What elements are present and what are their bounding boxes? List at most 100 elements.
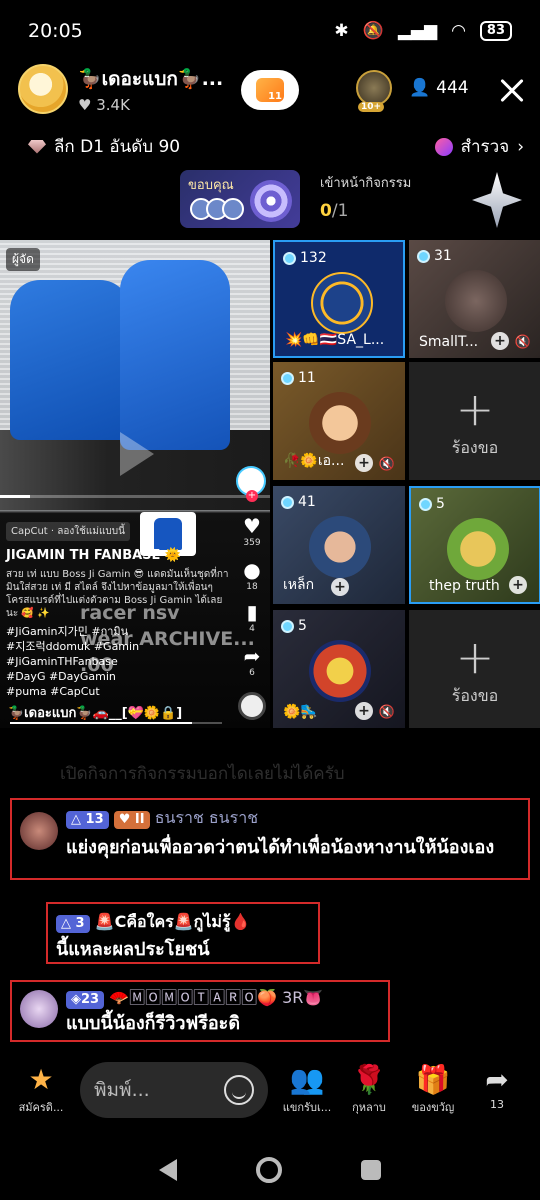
- lion-avatar: [447, 518, 509, 580]
- planet-icon: [434, 137, 453, 156]
- battery-icon: 83: [479, 21, 512, 41]
- guest-tile-5[interactable]: 5 thep truth +: [409, 486, 540, 604]
- comment-text: นี้แหละผลประโยชน์: [56, 939, 210, 960]
- subscribe-button[interactable]: ★ สมัครดิ...: [6, 1062, 76, 1116]
- level-badge: △ 3: [56, 915, 90, 933]
- add-icon[interactable]: +: [331, 578, 349, 596]
- warriors-logo-avatar: [311, 272, 373, 334]
- add-icon[interactable]: +: [355, 702, 373, 720]
- helmet-avatar: [309, 640, 371, 702]
- host-avatar[interactable]: [18, 64, 68, 114]
- share-icon: ➦: [243, 644, 261, 668]
- level-badge: ◈23: [66, 991, 105, 1009]
- tile-count: 11: [298, 370, 316, 386]
- commenter-avatar[interactable]: [20, 812, 58, 850]
- tile-count: 5: [436, 496, 445, 512]
- add-icon[interactable]: +: [491, 332, 509, 350]
- bookmark-icon: ▮: [246, 600, 258, 624]
- top-fan-avatar[interactable]: 10+: [356, 70, 392, 112]
- follow-button[interactable]: 11: [241, 70, 299, 110]
- commenter-avatar[interactable]: [20, 990, 58, 1028]
- thanks-banner[interactable]: ขอบคุณ: [180, 170, 300, 228]
- host-info[interactable]: 🦆เดอะแบก🦆... ♥ 3.4K: [18, 64, 223, 114]
- add-icon[interactable]: +: [355, 454, 373, 472]
- guest-avatar: [309, 516, 371, 578]
- comment-action[interactable]: ● 18: [238, 558, 266, 592]
- comment-input[interactable]: พิมพ์...: [80, 1062, 268, 1118]
- creator-avatar[interactable]: [236, 466, 266, 502]
- gem-icon: [283, 251, 296, 265]
- activity-progress[interactable]: เข้าหน้ากิจกรรม 0/1: [320, 172, 411, 221]
- follow-badge-count: 11: [268, 91, 282, 102]
- guest-avatar: [445, 270, 507, 332]
- commenter-name[interactable]: 🚨Cคือใคร🚨กูไม่รู้🩸: [95, 912, 251, 931]
- gift-button[interactable]: 🎁 ของขวัญ: [398, 1062, 468, 1116]
- empty-seat-2[interactable]: + ร้องขอ: [409, 610, 540, 728]
- chat-message-1[interactable]: △ 13 ♥ II ธนราช ธนราช แย่งคุยก่อนเพื่ออว…: [10, 806, 526, 861]
- activity-title: เข้าหน้ากิจกรรม: [320, 176, 412, 191]
- mic-off-icon: 🔇: [378, 457, 395, 472]
- faded-comment: เปิดกิจการกิจกรรมบอกไดเลยไม่ได้ครับ: [60, 764, 345, 784]
- system-nav-bar: [0, 1140, 540, 1200]
- guest-tile-2[interactable]: 31 SmallT... + 🔇: [409, 240, 540, 358]
- recent-apps-icon[interactable]: [360, 1160, 381, 1180]
- commenter-name[interactable]: 🪭🄼🄾🄼🄾🅃🄰🅁🄾🍑 3R👅: [109, 988, 323, 1007]
- tile-username: 🥀🌼เอ...: [283, 453, 345, 469]
- viewer-count[interactable]: 👤 444: [409, 78, 469, 98]
- home-icon[interactable]: [255, 1157, 282, 1183]
- save-action[interactable]: ▮ 4: [238, 600, 266, 634]
- signal-icon: ▂▄▆: [397, 21, 438, 41]
- close-icon[interactable]: [494, 72, 530, 108]
- gem-icon: [281, 619, 294, 633]
- guest-tile-4[interactable]: 41 เหล็ก +: [273, 486, 405, 604]
- share-count: 6: [249, 668, 255, 678]
- like-action[interactable]: ♥ 359: [238, 514, 266, 548]
- tile-count: 132: [300, 250, 327, 266]
- heart-icon: ♥: [243, 514, 261, 538]
- tile-count-badge: 5: [419, 496, 445, 512]
- music-disc-icon[interactable]: [238, 692, 266, 720]
- request-label: ร้องขอ: [451, 686, 499, 705]
- guest-tile-1[interactable]: 132 💥👊🇹🇭SA_L...: [273, 240, 405, 358]
- capcut-tag[interactable]: CapCut · ลองใช้แม่แบบนี้: [6, 522, 130, 541]
- top-fan-badge: 10+: [358, 102, 385, 112]
- rose-icon: 🌹: [351, 1063, 387, 1096]
- rose-button[interactable]: 🌹 กุหลาบ: [334, 1062, 404, 1116]
- guest-tile-3[interactable]: 11 🥀🌼เอ... + 🔇: [273, 362, 405, 480]
- comment-text: แบบนี้น้องก็รีวิวฟรีอะดิ: [66, 1013, 241, 1034]
- chat-message-2[interactable]: △ 3 🚨Cคือใคร🚨กูไม่รู้🩸 นี้แหละผลประโยชน์: [56, 910, 316, 963]
- league-rank[interactable]: ลีก D1 อันดับ 90: [28, 133, 180, 160]
- video-author: 🦆เดอะแบก🦆🚗__[💝🌼🔒]: [8, 706, 183, 721]
- explore-button[interactable]: สำรวจ ›: [434, 133, 524, 160]
- level-value: 13: [85, 812, 104, 827]
- share-button[interactable]: ➦ 13: [462, 1062, 532, 1111]
- chat-message-3[interactable]: ◈23 🪭🄼🄾🄼🄾🅃🄰🅁🄾🍑 3R👅 แบบนี้น้องก็รีวิวฟรีอ…: [10, 984, 386, 1037]
- video-title: JIGAMIN TH FANBASE 🌞: [6, 548, 182, 563]
- sparkle-icon[interactable]: [472, 172, 522, 228]
- gift-label: ของขวัญ: [411, 1101, 455, 1114]
- tile-count-badge: 41: [281, 494, 316, 510]
- target-icon: [250, 180, 292, 222]
- league-label: ลีก D1 อันดับ 90: [54, 137, 181, 157]
- level-badge: △ 13: [66, 811, 109, 829]
- star-icon: ★: [28, 1063, 54, 1096]
- heart-icon: 11: [256, 78, 284, 102]
- commenter-name[interactable]: ธนราช ธนราช: [155, 808, 258, 827]
- explore-label: สำรวจ: [460, 137, 510, 157]
- input-placeholder: พิมพ์...: [94, 1079, 150, 1101]
- guests-button[interactable]: 👥 แขกรับเ...: [272, 1062, 342, 1116]
- add-icon[interactable]: +: [509, 576, 527, 594]
- empty-seat-1[interactable]: + ร้องขอ: [409, 362, 540, 480]
- emoji-icon[interactable]: [224, 1075, 254, 1105]
- level-value: 3: [75, 916, 85, 931]
- guest-tile-6[interactable]: 5 🌼🛼 + 🔇: [273, 610, 405, 728]
- back-icon[interactable]: [159, 1159, 178, 1181]
- play-icon[interactable]: [110, 432, 160, 482]
- comment-icon: ●: [243, 558, 261, 582]
- share-arrow-icon: ➦: [485, 1063, 509, 1096]
- fan-badge: ♥ II: [113, 811, 150, 829]
- person-icon: 👤: [409, 78, 431, 98]
- share-action[interactable]: ➦ 6: [238, 644, 266, 678]
- bluetooth-icon: ✱: [334, 21, 349, 41]
- gem-icon: [417, 249, 430, 263]
